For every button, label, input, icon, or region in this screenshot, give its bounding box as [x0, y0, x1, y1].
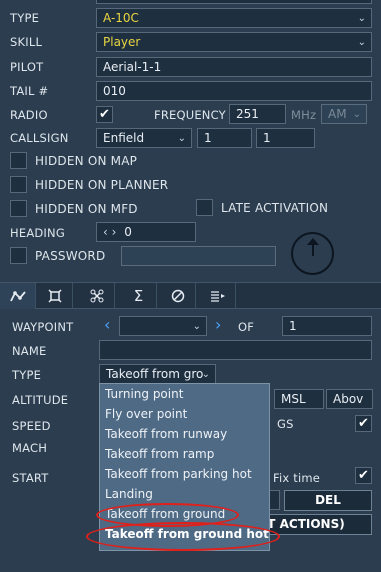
target-icon: [47, 289, 62, 303]
hidden-on-planner-label: HIDDEN ON PLANNER: [35, 178, 169, 192]
mach-label: MACH: [12, 441, 48, 455]
compass-needle: [312, 242, 314, 256]
heading-compass-icon[interactable]: [291, 232, 334, 275]
waypoint-type-label: TYPE: [12, 368, 42, 382]
late-activation-checkbox[interactable]: [196, 199, 213, 216]
callsign-value: Enfield: [103, 131, 145, 145]
waypoint-select[interactable]: ⌄: [119, 316, 207, 336]
delete-waypoint-button[interactable]: DEL: [284, 490, 372, 511]
radio-label: RADIO: [10, 108, 48, 122]
previous-waypoint-button[interactable]: ‹: [104, 316, 110, 334]
tail-label: TAIL #: [10, 84, 49, 98]
summary-icon: Σ: [133, 287, 144, 305]
waypoint-type-value: Takeoff from gro: [106, 367, 204, 381]
skill-select[interactable]: Player ⌄: [96, 32, 372, 52]
pilot-input[interactable]: Aerial-1-1: [96, 57, 372, 77]
callsign-member-input[interactable]: 1: [256, 128, 315, 148]
frequency-unit: MHz: [291, 108, 317, 122]
altitude-label: ALTITUDE: [12, 393, 69, 407]
highlight-ring-ground-hot: [86, 522, 280, 551]
altitude-mode-select[interactable]: Abov: [326, 389, 373, 409]
aircraft-type-value: A-10C: [103, 11, 139, 25]
tab-targets[interactable]: [37, 283, 73, 309]
chevron-down-icon: ⌄: [192, 321, 201, 332]
option-takeoff-from-runway[interactable]: Takeoff from runway: [105, 427, 227, 441]
callsign-label: CALLSIGN: [10, 131, 69, 145]
altitude-reference-select[interactable]: MSL: [274, 389, 324, 409]
start-label: START: [12, 471, 49, 485]
heading-value: 0: [124, 225, 132, 239]
waypoint-name-input[interactable]: [99, 340, 372, 360]
frequency-label: FREQUENCY: [154, 108, 226, 122]
fix-time-checkbox[interactable]: ✔: [355, 467, 372, 484]
tab-route[interactable]: [0, 283, 36, 309]
heading-input[interactable]: ‹ › 0: [96, 222, 196, 242]
route-tab-bar: Σ: [0, 282, 381, 309]
pilot-label: PILOT: [10, 60, 44, 74]
speed-label: SPEED: [12, 419, 51, 433]
waypoint-count-field: 1: [282, 316, 372, 336]
chevron-down-icon: ⌄: [352, 109, 361, 120]
fix-time-label: Fix time: [273, 471, 321, 485]
aircraft-type-select[interactable]: A-10C ⌄: [96, 8, 372, 28]
chevron-down-icon: ⌄: [201, 369, 210, 380]
chevron-down-icon: ⌄: [177, 133, 186, 144]
briefing-icon: [210, 291, 225, 302]
route-icon: [9, 291, 26, 302]
hidden-on-mfd-label: HIDDEN ON MFD: [35, 202, 138, 216]
of-label: OF: [238, 320, 255, 334]
password-checkbox[interactable]: [10, 247, 27, 264]
tab-payload[interactable]: [79, 283, 115, 309]
chevron-down-icon: ⌄: [357, 37, 366, 48]
waypoint-label: WAYPOINT: [12, 320, 74, 334]
hidden-on-mfd-checkbox[interactable]: [10, 200, 27, 217]
tab-failures[interactable]: [160, 283, 196, 309]
failures-icon: [171, 289, 184, 303]
unit-editor-panel: TYPE A-10C ⌄ SKILL Player ⌄ PILOT Aerial…: [0, 0, 381, 572]
frequency-input[interactable]: 251: [229, 104, 286, 124]
speed-mode-label: GS: [277, 417, 294, 431]
callsign-select[interactable]: Enfield ⌄: [96, 128, 192, 148]
late-activation-label: LATE ACTIVATION: [221, 201, 329, 215]
type-label: TYPE: [10, 11, 40, 25]
radio-checkbox[interactable]: ✔: [96, 106, 113, 123]
hidden-on-map-checkbox[interactable]: [10, 152, 27, 169]
option-fly-over-point[interactable]: Fly over point: [105, 407, 187, 421]
modulation-value: AM: [328, 107, 347, 121]
tab-briefing[interactable]: [200, 283, 236, 309]
tab-summary[interactable]: Σ: [121, 283, 157, 309]
top-partial-field: [96, 0, 372, 4]
skill-value: Player: [103, 35, 141, 49]
waypoint-name-label: NAME: [12, 344, 47, 358]
option-takeoff-from-parking-hot[interactable]: Takeoff from parking hot: [105, 467, 252, 481]
hidden-on-map-label: HIDDEN ON MAP: [35, 154, 138, 168]
password-label: PASSWORD: [35, 249, 106, 263]
password-input[interactable]: [121, 246, 276, 266]
heading-label: HEADING: [10, 226, 65, 240]
option-landing[interactable]: Landing: [105, 487, 153, 501]
speed-lock-checkbox[interactable]: ✔: [355, 415, 372, 432]
next-waypoint-button[interactable]: ›: [215, 316, 221, 334]
option-takeoff-from-ramp[interactable]: Takeoff from ramp: [105, 447, 214, 461]
chevron-down-icon: ⌄: [357, 13, 366, 24]
waypoint-type-select[interactable]: Takeoff from gro ⌄: [99, 364, 216, 384]
payload-icon: [90, 289, 103, 303]
hidden-on-planner-checkbox[interactable]: [10, 176, 27, 193]
skill-label: SKILL: [10, 35, 43, 49]
callsign-group-input[interactable]: 1: [197, 128, 252, 148]
altitude-reference-value: MSL: [281, 392, 306, 406]
modulation-select[interactable]: AM ⌄: [321, 104, 367, 124]
altitude-mode-value: Abov: [333, 392, 364, 406]
heading-arrows-icon[interactable]: ‹ ›: [103, 225, 116, 239]
tail-number-input[interactable]: 010: [96, 81, 372, 101]
option-turning-point[interactable]: Turning point: [105, 387, 183, 401]
